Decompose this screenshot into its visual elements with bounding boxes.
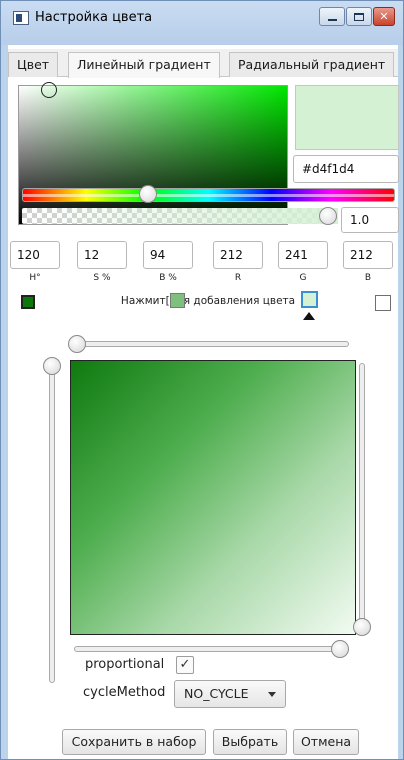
brightness-input[interactable] — [143, 241, 193, 269]
window-app-icon — [13, 11, 29, 25]
save-to-set-button[interactable]: Сохранить в набор — [62, 729, 206, 755]
choose-button[interactable]: Выбрать — [213, 729, 287, 755]
cycle-method-select[interactable]: NO_CYCLE — [174, 680, 286, 708]
start-x-slider[interactable] — [74, 341, 349, 347]
green-label: G — [299, 273, 307, 283]
green-input[interactable] — [278, 241, 328, 269]
gradient-preview — [70, 360, 356, 635]
maximize-icon — [354, 12, 364, 21]
start-x-slider-thumb[interactable] — [68, 335, 86, 353]
saturation-brightness-picker[interactable] — [18, 82, 288, 225]
start-y-slider-thumb[interactable] — [43, 357, 61, 375]
cycle-method-label: cycleMethod — [83, 685, 166, 700]
title-bar[interactable]: Настройка цвета ✕ — [1, 1, 403, 45]
end-y-slider-thumb[interactable] — [353, 618, 371, 636]
gradient-start-swatch[interactable] — [21, 295, 35, 309]
hue-label: H° — [29, 273, 41, 283]
end-y-slider[interactable] — [359, 363, 365, 628]
blue-input[interactable] — [343, 241, 393, 269]
color-preview — [295, 85, 399, 150]
tab-linear-gradient[interactable]: Линейный градиент — [68, 52, 220, 78]
check-icon: ✓ — [179, 657, 191, 672]
minimize-icon — [327, 18, 337, 21]
selected-stop-marker[interactable] — [301, 291, 318, 308]
start-y-slider[interactable] — [49, 363, 55, 683]
red-label: R — [234, 273, 242, 283]
close-icon: ✕ — [379, 10, 389, 23]
window-title: Настройка цвета — [35, 10, 153, 25]
hue-input[interactable] — [10, 241, 60, 269]
cycle-method-value: NO_CYCLE — [184, 686, 249, 701]
saturation-input[interactable] — [77, 241, 127, 269]
alpha-slider-thumb[interactable] — [319, 207, 337, 225]
chevron-down-icon — [268, 692, 276, 697]
add-color-hint: Нажмит[...]я добавления цвета — [120, 295, 296, 307]
color-picker-handle[interactable] — [41, 82, 57, 98]
tab-color[interactable]: Цвет — [8, 52, 59, 77]
close-button[interactable]: ✕ — [373, 7, 395, 26]
alpha-slider[interactable] — [22, 208, 338, 224]
gradient-stop-marker[interactable] — [170, 293, 185, 308]
color-settings-window: Настройка цвета ✕ Цвет Линейный градиент… — [0, 0, 404, 760]
hex-color-input[interactable] — [293, 155, 399, 183]
proportional-checkbox[interactable]: ✓ — [176, 656, 194, 674]
minimize-button[interactable] — [319, 7, 345, 26]
hue-slider[interactable] — [22, 188, 395, 202]
blue-label: B — [364, 273, 372, 283]
end-x-slider-thumb[interactable] — [331, 640, 349, 658]
cancel-button[interactable]: Отмена — [293, 729, 359, 755]
dialog-content: Цвет Линейный градиент Радиальный градие… — [8, 45, 399, 759]
brightness-label: B % — [159, 273, 177, 283]
hue-slider-thumb[interactable] — [139, 185, 157, 203]
gradient-end-swatch[interactable] — [375, 295, 391, 311]
maximize-button[interactable] — [346, 7, 372, 26]
proportional-label: proportional — [85, 657, 165, 672]
tab-radial-gradient[interactable]: Радиальный градиент — [229, 52, 395, 77]
tab-bar: Цвет Линейный градиент Радиальный градие… — [8, 49, 398, 78]
saturation-label: S % — [93, 273, 111, 283]
alpha-input[interactable] — [341, 207, 399, 233]
triangle-up-icon — [303, 312, 315, 320]
end-x-slider[interactable] — [74, 646, 349, 652]
red-input[interactable] — [213, 241, 263, 269]
